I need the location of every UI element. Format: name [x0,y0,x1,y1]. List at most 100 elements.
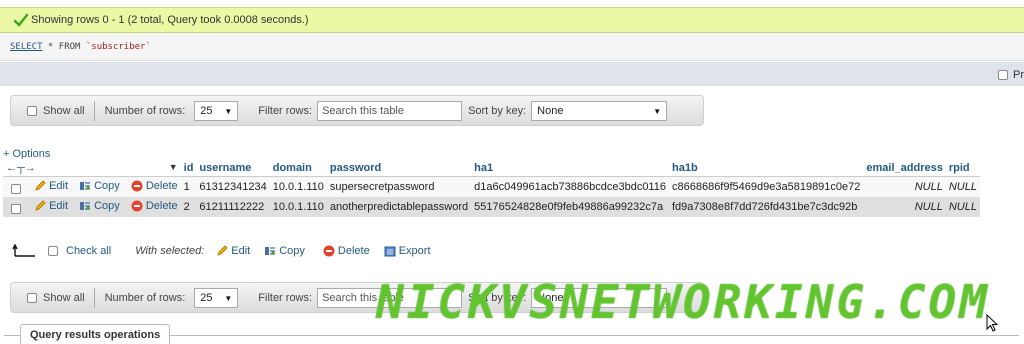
column-header-email-address[interactable]: email_address [863,159,946,177]
bulk-copy-button[interactable]: Copy [264,245,305,257]
copy-icon [80,181,91,190]
export-icon [384,246,396,257]
check-all-label[interactable]: Check all [66,245,111,257]
edit-label: Edit [49,199,69,212]
divider [93,100,95,121]
copy-icon [265,247,276,255]
dropdown-arrow-icon: ▼ [653,106,662,116]
sort-value: None [537,104,564,117]
copy-icon [80,201,91,210]
column-menu-icon[interactable]: ▼ [169,162,178,172]
delete-icon [131,200,143,211]
sql-query[interactable]: SELECT * FROM `subscriber` [10,42,151,52]
bulk-copy-label: Copy [279,245,305,257]
dropdown-arrow-icon: ▼ [224,106,233,116]
bulk-export-button[interactable]: Export [384,245,431,257]
cell-ha1b: fd9a7308e8f7dd726fd431be7c3dc92b [668,197,864,217]
bulk-edit-button[interactable]: Edit [216,245,250,257]
column-controls: ←┬→ ▼ [3,159,181,177]
cell-password: anotherpredictablepassword [326,197,472,217]
row-actions: Edit Copy Delete [3,197,181,217]
delete-icon [323,245,335,257]
bulk-edit-label: Edit [231,245,251,257]
rows-value: 25 [200,291,213,304]
cell-ha1: d1a6c049961acb73886bcdce3bdc0116 [471,177,669,197]
show-all-label: Show all [43,104,85,117]
query-results-operations-tab[interactable]: Query results operations [20,324,171,344]
divider [93,287,95,308]
cell-ha1b: c8668686f9f5469d9e3a5819891c0e72 [668,177,864,197]
column-header-id[interactable]: id [180,159,197,177]
cell-id: 2 [180,197,197,217]
cell-id: 1 [180,177,197,197]
column-header-domain[interactable]: domain [269,159,327,177]
sql-keyword[interactable]: SELECT [10,42,43,52]
show-all-toggle[interactable]: Show all [11,283,85,312]
show-all-checkbox[interactable] [27,292,37,303]
pencil-icon [35,179,46,191]
column-header-ha1b[interactable]: ha1b [668,159,864,177]
cell-ha1: 55176524828e0f9feb49886a99232c7a [471,197,669,217]
mouse-cursor-icon [986,314,999,332]
edit-label: Edit [49,179,69,192]
copy-button[interactable]: Copy [79,180,120,192]
edit-button[interactable]: Edit [34,200,68,212]
cell-domain: 10.0.1.110 [269,197,327,217]
profiling-option[interactable]: Pr [998,69,1024,81]
column-header-password[interactable]: password [326,159,472,177]
profiling-label: Pr [1013,69,1024,81]
table-header-row: ←┬→ ▼ id username domain password ha1 ha… [3,159,980,177]
sql-rest: * FROM [42,42,86,52]
delete-label: Delete [145,179,178,192]
cell-email-address: NULL [863,197,946,217]
delete-icon [131,180,143,191]
table-row[interactable]: Edit Copy Delete 2 61211112222 10.0.1.11… [3,197,980,217]
checkmark-icon [14,13,28,27]
cell-rpid: NULL [945,177,980,197]
sort-select[interactable]: None ▼ [531,100,668,121]
dropdown-arrow-icon: ▼ [224,293,233,303]
delete-button[interactable]: Delete [131,200,178,212]
results-table: ←┬→ ▼ id username domain password ha1 ha… [3,159,980,217]
sql-query-box [0,33,1024,61]
profiling-checkbox[interactable] [998,70,1008,80]
navigation-bar-top: Show all Number of rows: 25 ▼ Filter row… [10,95,704,126]
bulk-delete-button[interactable]: Delete [323,245,370,257]
filter-input[interactable] [317,100,463,121]
filter-label: Filter rows: [258,291,313,304]
rows-label: Number of rows: [104,104,186,117]
delete-label: Delete [145,199,178,212]
show-all-checkbox[interactable] [27,105,37,116]
cell-domain: 10.0.1.110 [269,177,327,197]
rows-select[interactable]: 25 ▼ [194,100,239,121]
column-resize-icon[interactable]: ←┬→ [6,162,36,174]
copy-label: Copy [94,199,120,212]
edit-button[interactable]: Edit [34,180,68,192]
row-actions: Edit Copy Delete [3,177,181,197]
cell-username: 61312341234 [196,177,270,197]
copy-label: Copy [94,179,120,192]
column-header-rpid[interactable]: rpid [945,159,980,177]
arrow-up-left-icon [12,244,35,257]
show-all-toggle[interactable]: Show all [11,96,85,125]
column-header-username[interactable]: username [196,159,270,177]
rows-value: 25 [200,104,213,117]
rows-select[interactable]: 25 ▼ [194,287,239,308]
success-text: Showing rows 0 - 1 (2 total, Query took … [31,14,309,26]
copy-button[interactable]: Copy [79,200,120,212]
table-row[interactable]: Edit Copy Delete 1 61312341234 10.0.1.11… [3,177,980,197]
row-checkbox[interactable] [11,203,21,214]
bulk-export-label: Export [398,245,431,257]
delete-button[interactable]: Delete [131,180,178,192]
cell-username: 61211112222 [196,197,270,217]
column-header-ha1[interactable]: ha1 [471,159,669,177]
watermark-logo: NICKVSNETWORKING.COM [376,275,990,329]
cell-password: supersecretpassword [326,177,472,197]
filter-label: Filter rows: [258,104,313,117]
pencil-icon [35,199,46,211]
rows-label: Number of rows: [104,291,186,304]
row-checkbox[interactable] [11,183,21,194]
success-message: Showing rows 0 - 1 (2 total, Query took … [0,7,1024,33]
check-all-checkbox[interactable] [48,246,58,256]
show-all-label: Show all [43,291,85,304]
